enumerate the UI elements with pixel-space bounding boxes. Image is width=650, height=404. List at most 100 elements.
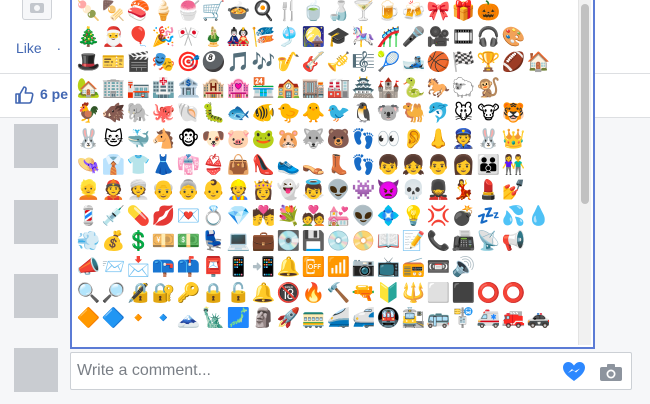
emoji-option[interactable]: 👣 bbox=[351, 153, 376, 179]
emoji-option[interactable]: 🍡 bbox=[76, 0, 101, 25]
emoji-option[interactable]: 💤 bbox=[476, 204, 501, 230]
messenger-heart-icon[interactable] bbox=[561, 359, 587, 385]
emoji-option[interactable]: 🍴 bbox=[276, 0, 301, 25]
emoji-option[interactable]: 💺 bbox=[201, 229, 226, 255]
emoji-option[interactable]: 👪 bbox=[476, 153, 501, 179]
emoji-option[interactable]: 🐥 bbox=[301, 101, 326, 127]
emoji-option[interactable]: 💌 bbox=[176, 204, 201, 230]
emoji-option[interactable]: 🍵 bbox=[301, 0, 326, 25]
emoji-option[interactable]: 👶 bbox=[201, 178, 226, 204]
emoji-option[interactable]: 📴 bbox=[301, 255, 326, 281]
emoji-option[interactable]: 🔶 bbox=[76, 306, 101, 332]
emoji-option[interactable]: 👦 bbox=[376, 153, 401, 179]
emoji-option[interactable]: 🎼 bbox=[351, 50, 376, 76]
emoji-option[interactable]: 🎤 bbox=[401, 25, 426, 51]
emoji-option[interactable]: 🎫 bbox=[101, 50, 126, 76]
emoji-option[interactable]: 👠 bbox=[251, 153, 276, 179]
emoji-option[interactable]: 🐬 bbox=[426, 101, 451, 127]
emoji-option[interactable]: 🐧 bbox=[351, 101, 376, 127]
emoji-option[interactable]: 🎧 bbox=[476, 25, 501, 51]
emoji-option[interactable]: 🏣 bbox=[126, 76, 151, 102]
emoji-option[interactable]: 🎅 bbox=[101, 25, 126, 51]
emoji-option[interactable]: 📩 bbox=[126, 255, 151, 281]
emoji-option[interactable]: 📝 bbox=[401, 229, 426, 255]
emoji-option[interactable]: 👼 bbox=[301, 178, 326, 204]
emoji-option[interactable]: 🎵 bbox=[226, 50, 251, 76]
emoji-option[interactable]: 🚇 bbox=[376, 306, 401, 332]
emoji-option[interactable]: 🍻 bbox=[401, 0, 426, 25]
emoji-option[interactable]: 📷 bbox=[351, 255, 376, 281]
emoji-option[interactable]: 🏫 bbox=[276, 76, 301, 102]
emoji-option[interactable]: 🐗 bbox=[101, 101, 126, 127]
emoji-option[interactable]: 🔎 bbox=[101, 281, 126, 307]
emoji-option[interactable]: 🚓 bbox=[526, 306, 551, 332]
emoji-option[interactable]: 🏢 bbox=[101, 76, 126, 102]
emoji-option[interactable]: 🏨 bbox=[201, 76, 226, 102]
emoji-option[interactable]: 🔔 bbox=[276, 255, 301, 281]
comment-input[interactable] bbox=[71, 353, 541, 389]
emoji-option[interactable]: 🐹 bbox=[276, 127, 301, 153]
emoji-option[interactable]: 🏁 bbox=[451, 50, 476, 76]
scrollbar-thumb[interactable] bbox=[581, 4, 589, 204]
emoji-option[interactable]: 🐭 bbox=[451, 101, 476, 127]
emoji-option[interactable]: 👑 bbox=[501, 127, 526, 153]
emoji-option[interactable]: 💵 bbox=[176, 229, 201, 255]
emoji-option[interactable]: 🗾 bbox=[226, 306, 251, 332]
emoji-option[interactable]: 🎥 bbox=[426, 25, 451, 51]
emoji-option[interactable]: 👩 bbox=[451, 153, 476, 179]
emoji-option[interactable]: 💻 bbox=[226, 229, 251, 255]
emoji-option[interactable]: 🛒 bbox=[201, 0, 226, 25]
emoji-option[interactable]: 📫 bbox=[176, 255, 201, 281]
emoji-option[interactable]: 🍣 bbox=[126, 0, 151, 25]
emoji-option[interactable]: 👔 bbox=[101, 153, 126, 179]
emoji-option[interactable]: 🐒 bbox=[476, 76, 501, 102]
emoji-option[interactable]: 💼 bbox=[251, 229, 276, 255]
emoji-option[interactable]: 👽 bbox=[326, 178, 351, 204]
emoji-option[interactable]: 🎉 bbox=[151, 25, 176, 51]
emoji-option[interactable]: 💉 bbox=[101, 204, 126, 230]
emoji-option[interactable]: 🐎 bbox=[426, 76, 451, 102]
emoji-option[interactable]: 🐙 bbox=[151, 101, 176, 127]
emoji-option[interactable]: 💠 bbox=[376, 204, 401, 230]
emoji-option[interactable]: 👱 bbox=[76, 178, 101, 204]
emoji-option[interactable]: 🎩 bbox=[76, 50, 101, 76]
emoji-option[interactable]: 📖 bbox=[376, 229, 401, 255]
emoji-option[interactable]: 🚏 bbox=[451, 306, 476, 332]
emoji-option[interactable]: 🎌 bbox=[176, 25, 201, 51]
emoji-option[interactable]: 🎠 bbox=[351, 25, 376, 51]
emoji-option[interactable]: 📻 bbox=[401, 255, 426, 281]
emoji-option[interactable]: 🐺 bbox=[301, 127, 326, 153]
emoji-option[interactable]: 🐦 bbox=[326, 101, 351, 127]
emoji-option[interactable]: 💢 bbox=[426, 204, 451, 230]
emoji-option[interactable]: 🎨 bbox=[501, 25, 526, 51]
emoji-option[interactable]: 🔒 bbox=[201, 281, 226, 307]
emoji-option[interactable]: 📶 bbox=[326, 255, 351, 281]
emoji-option[interactable]: 🍸 bbox=[351, 0, 376, 25]
emoji-option[interactable]: 🍲 bbox=[226, 0, 251, 25]
avatar[interactable] bbox=[14, 124, 58, 168]
emoji-option[interactable]: 💐 bbox=[276, 204, 301, 230]
emoji-option[interactable]: 🚃 bbox=[301, 306, 326, 332]
emoji-option[interactable]: 💡 bbox=[401, 204, 426, 230]
emoji-option[interactable]: 🏠 bbox=[526, 50, 551, 76]
emoji-option[interactable]: 🎺 bbox=[326, 50, 351, 76]
emoji-option[interactable]: 👙 bbox=[201, 153, 226, 179]
emoji-option[interactable]: 📮 bbox=[201, 255, 226, 281]
emoji-option[interactable]: 💾 bbox=[301, 229, 326, 255]
emoji-option[interactable]: 🏦 bbox=[176, 76, 201, 102]
emoji-option[interactable]: 💃 bbox=[451, 178, 476, 204]
camera-icon[interactable] bbox=[599, 362, 623, 382]
emoji-option[interactable]: 💧 bbox=[526, 204, 551, 230]
emoji-option[interactable]: 👳 bbox=[126, 178, 151, 204]
emoji-option[interactable]: 💿 bbox=[326, 229, 351, 255]
emoji-option[interactable]: 🐻 bbox=[326, 127, 351, 153]
emoji-option[interactable]: ⭕ bbox=[476, 281, 501, 307]
emoji-option[interactable]: 👜 bbox=[226, 153, 251, 179]
emoji-option[interactable]: 💑 bbox=[301, 204, 326, 230]
emoji-option[interactable]: 🐚 bbox=[176, 101, 201, 127]
emoji-option[interactable]: 🎁 bbox=[451, 0, 476, 25]
avatar[interactable] bbox=[14, 274, 58, 318]
emoji-option[interactable]: 📞 bbox=[426, 229, 451, 255]
emoji-option[interactable]: ⭕ bbox=[501, 281, 526, 307]
emoji-option[interactable]: 🐱 bbox=[101, 127, 126, 153]
